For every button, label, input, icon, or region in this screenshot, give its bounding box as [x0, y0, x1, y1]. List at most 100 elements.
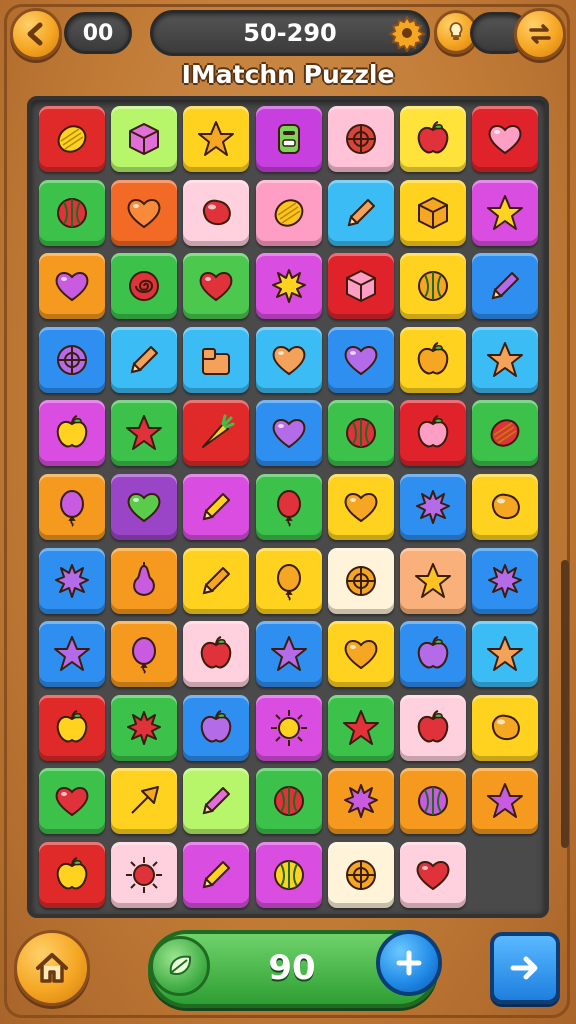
tile-r11-c5[interactable] — [327, 842, 394, 908]
tile-r7-c4[interactable] — [255, 547, 322, 614]
tile-r9-c4[interactable] — [255, 694, 322, 761]
right-arrow-icon — [510, 956, 538, 980]
tile-r1-c5[interactable] — [327, 106, 394, 172]
back-button[interactable] — [10, 8, 62, 60]
tile-r8-c2[interactable] — [111, 621, 178, 688]
blob-icon — [203, 199, 232, 225]
tile-r11-c6[interactable] — [400, 842, 466, 908]
puzzle-board — [27, 96, 549, 918]
tile-r10-c6[interactable] — [400, 768, 466, 835]
tile-r5-c1[interactable] — [39, 400, 105, 467]
tile-r11-c2[interactable] — [111, 842, 178, 908]
tile-r1-c6[interactable] — [400, 106, 466, 172]
heart-icon — [199, 272, 233, 302]
score-value: 50-290 — [243, 19, 337, 47]
tile-r6-c4[interactable] — [255, 474, 322, 540]
tile-r7-c2[interactable] — [111, 547, 178, 614]
booster-button[interactable] — [150, 936, 210, 996]
tile-r8-c6[interactable] — [400, 621, 466, 688]
tile-r1-c1[interactable] — [39, 106, 105, 172]
balloon-icon — [60, 490, 84, 527]
tile-r7-c1[interactable] — [39, 547, 105, 614]
heart-icon — [55, 272, 89, 302]
tile-r7-c3[interactable] — [183, 547, 250, 614]
tile-r5-c3[interactable] — [183, 400, 250, 467]
tile-r3-c6[interactable] — [400, 253, 466, 320]
tile-r8-c1[interactable] — [39, 621, 105, 688]
tile-r9-c3[interactable] — [183, 694, 250, 761]
tile-r5-c5[interactable] — [327, 400, 394, 467]
lemon-icon — [57, 125, 87, 153]
tile-r2-c4[interactable] — [255, 179, 322, 246]
tile-r5-c2[interactable] — [111, 400, 178, 467]
heart-icon — [55, 787, 89, 817]
tile-r2-c5[interactable] — [327, 179, 394, 246]
tile-r3-c2[interactable] — [111, 253, 178, 320]
tile-r10-c2[interactable] — [111, 768, 178, 835]
tile-r4-c3[interactable] — [183, 326, 250, 393]
tile-r3-c3[interactable] — [183, 253, 250, 320]
tile-r9-c5[interactable] — [327, 694, 394, 761]
tile-r9-c1[interactable] — [39, 694, 105, 761]
tile-r4-c6[interactable] — [400, 326, 466, 393]
tile-r8-c7[interactable] — [472, 621, 539, 688]
apple-icon — [201, 636, 232, 669]
tile-r6-c7[interactable] — [472, 474, 539, 540]
tile-r7-c5[interactable] — [327, 547, 394, 614]
tile-r2-c3[interactable] — [183, 179, 250, 246]
star-icon — [487, 341, 524, 377]
tile-r1-c2[interactable] — [111, 106, 178, 172]
tile-r3-c4[interactable] — [255, 253, 322, 320]
tile-r11-c3[interactable] — [183, 842, 250, 908]
tile-r3-c7[interactable] — [472, 253, 539, 320]
tile-r9-c7[interactable] — [472, 694, 539, 761]
tile-r4-c4[interactable] — [255, 326, 322, 393]
tile-r6-c6[interactable] — [400, 474, 466, 540]
tile-r9-c6[interactable] — [400, 694, 466, 761]
tile-r6-c1[interactable] — [39, 474, 105, 540]
tile-r10-c3[interactable] — [183, 768, 250, 835]
star-icon — [198, 121, 235, 156]
tile-r9-c2[interactable] — [111, 694, 178, 761]
tile-r2-c2[interactable] — [111, 179, 178, 246]
tile-r7-c6[interactable] — [400, 547, 466, 614]
tile-r1-c7[interactable] — [472, 106, 539, 172]
tile-r7-c7[interactable] — [472, 547, 539, 614]
tile-r8-c4[interactable] — [255, 621, 322, 688]
tile-r6-c2[interactable] — [111, 474, 178, 540]
tile-r8-c3[interactable] — [183, 621, 250, 688]
tile-r4-c1[interactable] — [39, 326, 105, 393]
board-scrollbar[interactable] — [561, 560, 569, 848]
tile-r1-c3[interactable] — [183, 106, 250, 172]
tile-r4-c7[interactable] — [472, 326, 539, 393]
tile-r4-c2[interactable] — [111, 326, 178, 393]
home-button[interactable] — [14, 930, 90, 1006]
tile-r5-c7[interactable] — [472, 400, 539, 467]
tile-r8-c5[interactable] — [327, 621, 394, 688]
tile-r6-c3[interactable] — [183, 474, 250, 540]
tile-r10-c4[interactable] — [255, 768, 322, 835]
heart-icon — [272, 345, 306, 376]
add-moves-button[interactable] — [376, 930, 442, 996]
tile-r10-c1[interactable] — [39, 768, 105, 835]
swap-button[interactable] — [514, 8, 566, 60]
tile-r4-c5[interactable] — [327, 326, 394, 393]
tile-r5-c4[interactable] — [255, 400, 322, 467]
tile-r11-c4[interactable] — [255, 842, 322, 908]
pencil-icon — [203, 861, 231, 889]
tile-r10-c5[interactable] — [327, 768, 394, 835]
tile-r6-c5[interactable] — [327, 474, 394, 540]
tile-r10-c7[interactable] — [472, 768, 539, 835]
tile-r3-c1[interactable] — [39, 253, 105, 320]
pencil-icon — [203, 566, 231, 594]
tile-r1-c4[interactable] — [255, 106, 322, 172]
tile-r5-c6[interactable] — [400, 400, 466, 467]
tile-r2-c1[interactable] — [39, 179, 105, 246]
tile-r2-c7[interactable] — [472, 179, 539, 246]
next-button[interactable] — [490, 932, 560, 1004]
tile-r2-c6[interactable] — [400, 179, 466, 246]
apple-icon — [56, 857, 88, 890]
settings-button[interactable] — [388, 14, 426, 53]
tile-r3-c5[interactable] — [327, 253, 394, 320]
tile-r11-c1[interactable] — [39, 842, 105, 908]
